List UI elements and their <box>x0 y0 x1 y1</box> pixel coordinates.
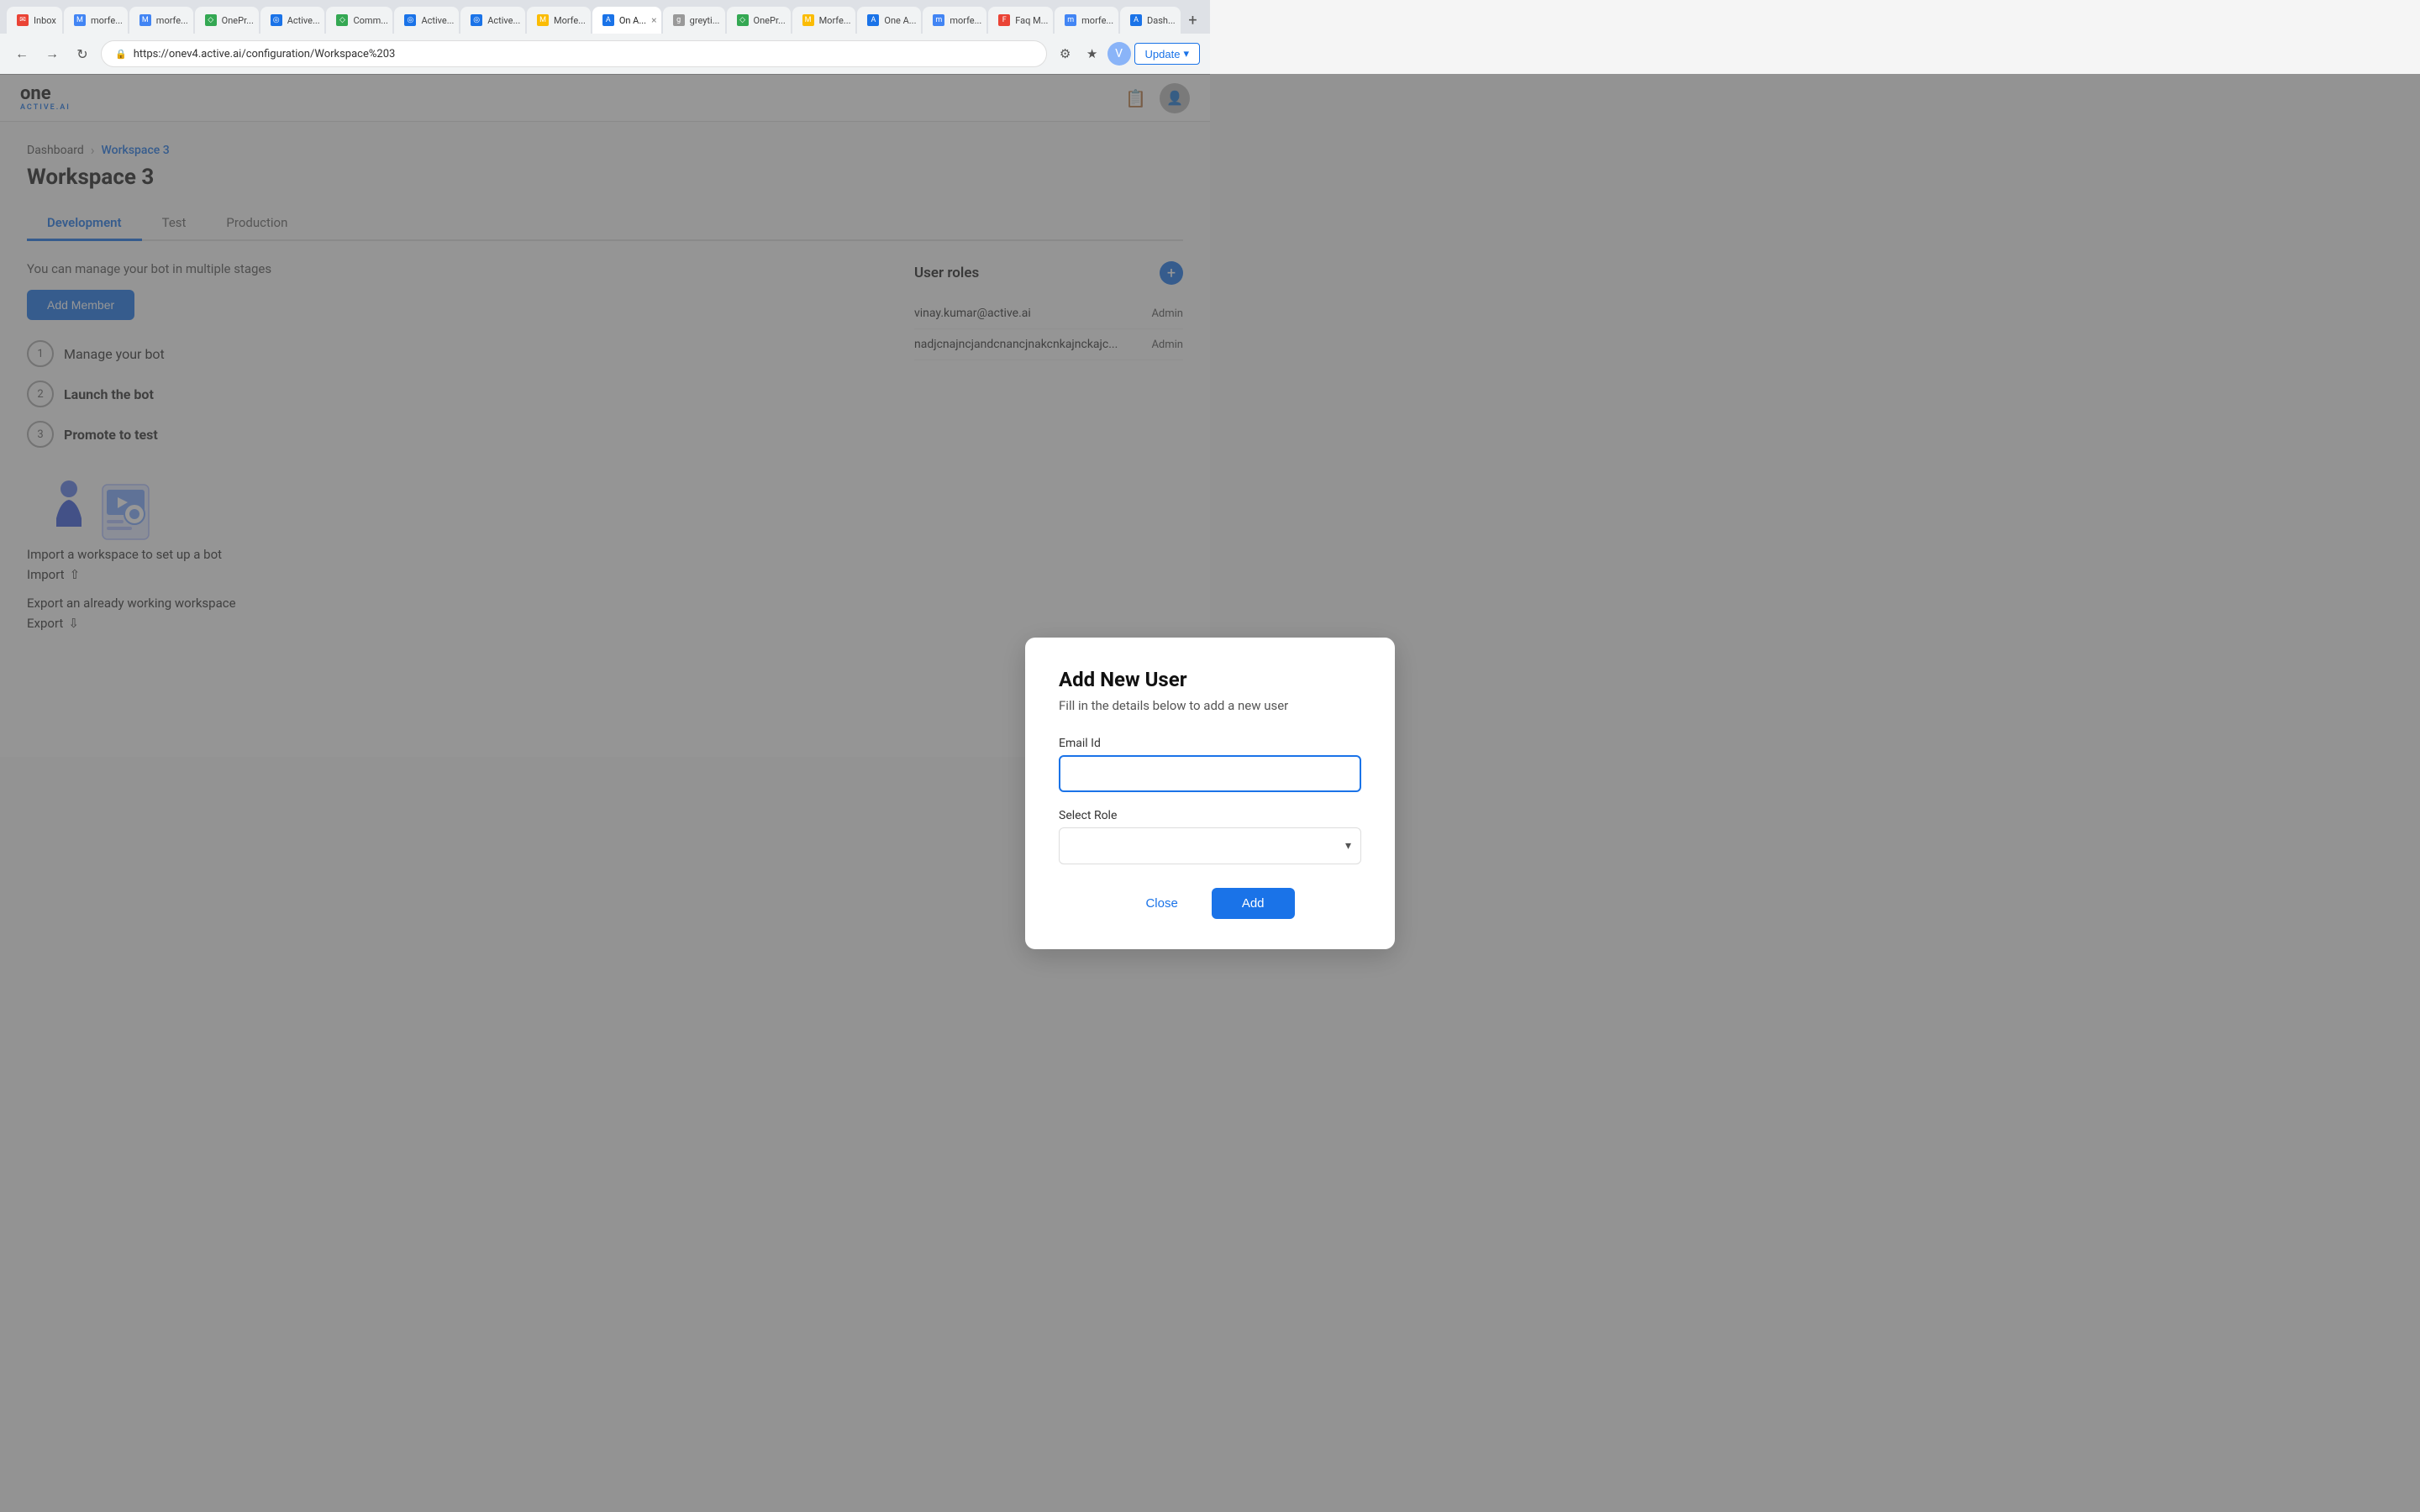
tab9-favicon: M <box>537 14 549 26</box>
tab12-favicon: ◇ <box>737 14 749 26</box>
tab-label: Active... <box>287 15 320 26</box>
back-button[interactable]: ← <box>10 42 34 66</box>
role-form-group: Select Role Admin Viewer Editor ▾ <box>1059 809 1361 864</box>
modal-title: Add New User <box>1059 668 1361 691</box>
tab16-favicon: F <box>998 14 1010 26</box>
role-label: Select Role <box>1059 809 1361 822</box>
tab-label: Active... <box>487 15 520 26</box>
browser-tab-inbox[interactable]: ✉ Inbox <box>7 7 62 34</box>
tab13-favicon: M <box>802 14 814 26</box>
tab-close-icon[interactable]: × <box>651 14 656 26</box>
forward-button[interactable]: → <box>40 42 64 66</box>
role-select[interactable]: Admin Viewer Editor <box>1059 827 1361 864</box>
browser-tab-2[interactable]: M morfe... <box>64 7 128 34</box>
update-label: Update <box>1145 48 1181 60</box>
toolbar-icons: ⚙ ★ V Update ▾ <box>1054 42 1200 66</box>
browser-tab-17[interactable]: m morfe... <box>1055 7 1118 34</box>
browser-tab-active[interactable]: A On A... × <box>592 7 661 34</box>
browser-tab-3[interactable]: M morfe... <box>129 7 193 34</box>
email-input[interactable] <box>1059 755 1361 792</box>
tab-label: Dash... <box>1147 15 1176 26</box>
tab4-favicon: ◇ <box>205 14 217 26</box>
url-text: https://onev4.active.ai/configuration/Wo… <box>134 48 396 60</box>
tab-label: Morfe... <box>819 15 851 26</box>
browser-tab-13[interactable]: M Morfe... <box>792 7 856 34</box>
tab8-favicon: ◎ <box>471 14 482 26</box>
browser-tab-12[interactable]: ◇ OnePr... <box>727 7 791 34</box>
tab-label: greyti... <box>690 15 720 26</box>
tab17-favicon: m <box>1065 14 1076 26</box>
tab-label: One A... <box>884 15 916 26</box>
extensions-icon[interactable]: ⚙ <box>1054 42 1077 66</box>
tab-label: OnePr... <box>754 15 786 26</box>
address-bar[interactable]: 🔒 https://onev4.active.ai/configuration/… <box>101 40 1047 67</box>
update-chevron: ▾ <box>1183 47 1189 60</box>
address-bar-row: ← → ↻ 🔒 https://onev4.active.ai/configur… <box>0 34 1210 74</box>
tab-label: Inbox <box>34 15 56 26</box>
tab6-favicon: ◇ <box>336 14 348 26</box>
reload-button[interactable]: ↻ <box>71 42 94 66</box>
tab-bar: ✉ Inbox M morfe... M morfe... ◇ OnePr...… <box>0 0 1210 34</box>
browser-tab-15[interactable]: m morfe... <box>923 7 986 34</box>
browser-tab-9[interactable]: M Morfe... <box>527 7 591 34</box>
tab5-favicon: ◎ <box>271 14 282 26</box>
close-button[interactable]: Close <box>1125 888 1197 919</box>
modal-actions: Close Add <box>1059 888 1361 919</box>
tab15-favicon: m <box>933 14 944 26</box>
tab-label: morfe... <box>91 15 123 26</box>
tab-label: Faq M... <box>1015 15 1048 26</box>
tab-label: On A... <box>619 15 646 26</box>
browser-tab-18[interactable]: A Dash... <box>1120 7 1181 34</box>
tab14-favicon: A <box>867 14 879 26</box>
email-form-group: Email Id <box>1059 737 1361 792</box>
tab-active-favicon: A <box>602 14 614 26</box>
modal-subtitle: Fill in the details below to add a new u… <box>1059 698 1361 713</box>
browser-tab-4[interactable]: ◇ OnePr... <box>195 7 259 34</box>
browser-tab-7[interactable]: ◎ Active... <box>394 7 459 34</box>
tab-label: morfe... <box>156 15 188 26</box>
profile-avatar: V <box>1107 42 1131 66</box>
tab-label: Morfe... <box>554 15 586 26</box>
profile-menu-icon[interactable]: V <box>1107 42 1131 66</box>
browser-tab-8[interactable]: ◎ Active... <box>460 7 525 34</box>
tab11-favicon: g <box>673 14 685 26</box>
new-tab-button[interactable]: + <box>1182 8 1203 32</box>
browser-tab-5[interactable]: ◎ Active... <box>260 7 325 34</box>
tab3-favicon: M <box>139 14 151 26</box>
tab-label: OnePr... <box>222 15 254 26</box>
tab-label: morfe... <box>950 15 981 26</box>
update-button[interactable]: Update ▾ <box>1134 43 1200 65</box>
tab-label: Active... <box>421 15 454 26</box>
browser-tab-16[interactable]: F Faq M... <box>988 7 1053 34</box>
bookmark-icon[interactable]: ★ <box>1081 42 1104 66</box>
add-user-modal: Add New User Fill in the details below t… <box>1025 638 1395 949</box>
browser-chrome: ✉ Inbox M morfe... M morfe... ◇ OnePr...… <box>0 0 1210 75</box>
role-select-wrapper: Admin Viewer Editor ▾ <box>1059 827 1361 864</box>
tab-label: Comm... <box>353 15 387 26</box>
tab7-favicon: ◎ <box>404 14 416 26</box>
lock-icon: 🔒 <box>115 49 127 60</box>
inbox-favicon: ✉ <box>17 14 29 26</box>
modal-overlay: Add New User Fill in the details below t… <box>0 74 2420 1512</box>
browser-tab-14[interactable]: A One A... <box>857 7 921 34</box>
tab-label: morfe... <box>1081 15 1113 26</box>
email-label: Email Id <box>1059 737 1361 750</box>
browser-tab-6[interactable]: ◇ Comm... <box>326 7 392 34</box>
tab2-favicon: M <box>74 14 86 26</box>
browser-tab-11[interactable]: g greyti... <box>663 7 725 34</box>
tab18-favicon: A <box>1130 14 1142 26</box>
add-button[interactable]: Add <box>1212 888 1295 919</box>
